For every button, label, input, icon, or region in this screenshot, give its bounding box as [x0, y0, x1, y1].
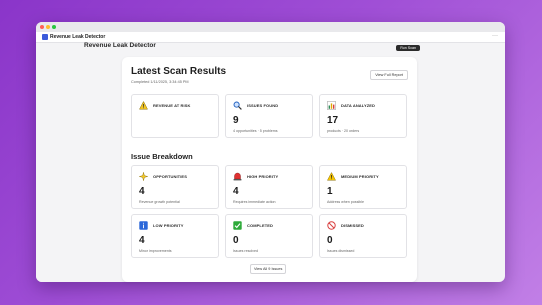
summary-card-label: DATA ANALYZED: [341, 103, 376, 108]
breakdown-card-label: HIGH PRIORITY: [247, 174, 279, 179]
check-icon: [233, 221, 242, 230]
breakdown-card-value: 4: [139, 235, 145, 246]
issue-breakdown-title: Issue Breakdown: [131, 152, 193, 161]
summary-card-label: REVENUE AT RISK: [153, 103, 191, 108]
no-entry-icon: [327, 221, 336, 230]
breakdown-card-label: LOW PRIORITY: [153, 223, 184, 228]
app-logo: [42, 34, 48, 40]
scan-title: Latest Scan Results: [131, 66, 227, 77]
breakdown-card-value: 0: [327, 235, 333, 246]
breakdown-card-subtext: Revenue growth potential: [139, 200, 180, 204]
breakdown-card-label: COMPLETED: [247, 223, 274, 228]
warning-coins-icon: [139, 100, 148, 110]
summary-card-value: 9: [233, 115, 239, 126]
breakdown-card-value: 4: [233, 186, 239, 197]
breakdown-card-subtext: Issues dismissed: [327, 249, 355, 253]
page-header: Revenue Leak Detector Run Scan: [84, 42, 420, 54]
summary-card-value: 17: [327, 115, 339, 126]
sparkle-icon: [138, 171, 149, 182]
breakdown-card-dismissed[interactable]: DISMISSED 0 Issues dismissed: [319, 214, 407, 258]
breakdown-card-subtext: Issues resolved: [233, 249, 258, 253]
breakdown-card-high-priority[interactable]: HIGH PRIORITY 4 Requires immediate actio…: [225, 165, 313, 209]
scan-results-panel: Latest Scan Results Completed 1/11/2025,…: [122, 57, 417, 282]
view-all-issues-button[interactable]: View All 9 Issues: [250, 264, 287, 274]
more-icon[interactable]: ···: [492, 32, 498, 40]
breakdown-card-medium-priority[interactable]: MEDIUM PRIORITY 1 Address when possible: [319, 165, 407, 209]
page-title: Revenue Leak Detector: [84, 42, 156, 49]
summary-card-issues: ISSUES FOUND 9 4 opportunities · 5 probl…: [225, 94, 313, 138]
summary-card-subtext: products · 20 orders: [327, 129, 360, 133]
breakdown-card-label: DISMISSED: [341, 223, 364, 228]
breakdown-card-opportunities[interactable]: OPPORTUNITIES 4 Revenue growth potential: [131, 165, 219, 209]
warning-icon: [327, 172, 336, 181]
close-window-button[interactable]: [40, 25, 44, 29]
breakdown-card-subtext: Minor improvements: [139, 249, 172, 253]
info-icon: [139, 221, 148, 230]
breakdown-card-subtext: Requires immediate action: [233, 200, 276, 204]
summary-card-revenue: REVENUE AT RISK: [131, 94, 219, 138]
app-title: Revenue Leak Detector: [50, 34, 106, 40]
siren-icon: [233, 172, 242, 181]
breakdown-card-value: 4: [139, 186, 145, 197]
scan-completed-timestamp: Completed 1/11/2025, 3:34:45 PM: [131, 80, 189, 84]
breakdown-card-label: MEDIUM PRIORITY: [341, 174, 379, 179]
magnifier-icon: [233, 101, 242, 110]
breakdown-card-value: 0: [233, 235, 239, 246]
breakdown-card-subtext: Address when possible: [327, 200, 364, 204]
view-full-report-button[interactable]: View Full Report: [370, 70, 408, 80]
bar-chart-icon: [327, 101, 336, 110]
summary-card-label: ISSUES FOUND: [247, 103, 279, 108]
minimize-window-button[interactable]: [46, 25, 50, 29]
run-scan-button[interactable]: Run Scan: [396, 45, 420, 51]
summary-card-subtext: 4 opportunities · 5 problems: [233, 129, 278, 133]
zoom-window-button[interactable]: [52, 25, 56, 29]
breakdown-card-completed[interactable]: COMPLETED 0 Issues resolved: [225, 214, 313, 258]
breakdown-card-label: OPPORTUNITIES: [153, 174, 187, 179]
sidebar: [36, 43, 120, 282]
breakdown-card-value: 1: [327, 186, 333, 197]
breakdown-card-low-priority[interactable]: LOW PRIORITY 4 Minor improvements: [131, 214, 219, 258]
summary-card-data: DATA ANALYZED 17 products · 20 orders: [319, 94, 407, 138]
